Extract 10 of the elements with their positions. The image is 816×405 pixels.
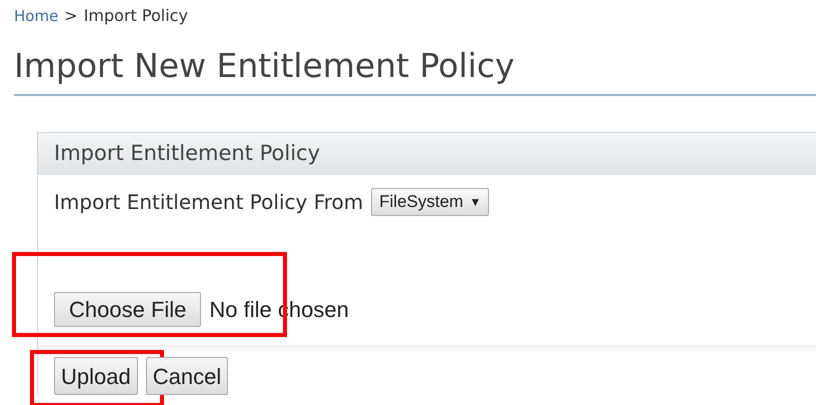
breadcrumb-current: Import Policy xyxy=(84,5,188,27)
field-label: Import Entitlement Policy From xyxy=(54,189,364,216)
breadcrumb-separator: > xyxy=(64,5,78,27)
panel-title: Import Entitlement Policy xyxy=(54,140,320,168)
page-title: Import New Entitlement Policy xyxy=(14,45,514,87)
source-dropdown[interactable]: FileSystem ▼ xyxy=(371,188,490,216)
choose-file-button[interactable]: Choose File xyxy=(54,292,202,327)
breadcrumb-link[interactable]: Home xyxy=(14,5,58,27)
cancel-button[interactable]: Cancel xyxy=(146,357,228,395)
upload-button[interactable]: Upload xyxy=(54,357,138,395)
